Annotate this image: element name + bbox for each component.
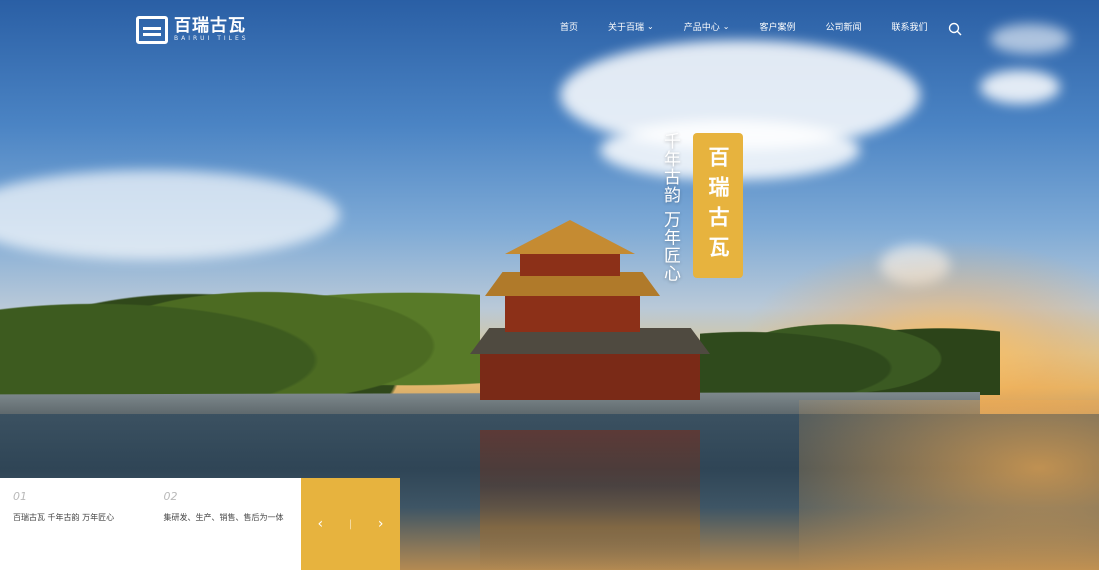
chevron-down-icon: ⌄	[647, 22, 654, 31]
nav-label: 关于百瑞	[608, 23, 645, 33]
info-text: 百瑞古瓦 千年古韵 万年匠心	[13, 513, 115, 522]
search-icon[interactable]	[948, 22, 962, 36]
cloud	[990, 24, 1070, 54]
nav-label: 首页	[560, 23, 579, 33]
tower-roof-top	[505, 220, 635, 254]
prev-slide-button[interactable]: ‹	[310, 516, 330, 532]
cloud	[0, 170, 340, 260]
info-number: 02	[163, 490, 178, 503]
nav-label: 客户案例	[759, 23, 796, 33]
pavilion-reflection	[480, 430, 700, 570]
nav-label: 公司新闻	[825, 23, 862, 33]
chevron-down-icon: ⌄	[722, 22, 730, 31]
nav-item-news[interactable]: 公司新闻	[825, 20, 861, 33]
info-item: 01 百瑞古瓦 千年古韵 万年匠心	[0, 478, 151, 570]
info-item: 02 集研发、生产、销售、售后为一体	[151, 478, 302, 570]
info-panel: 01 百瑞古瓦 千年古韵 万年匠心 02 集研发、生产、销售、售后为一体	[0, 478, 301, 570]
brand-badge-text: 百瑞古瓦	[706, 145, 730, 266]
tower-middle	[505, 292, 640, 332]
brand-badge: 百瑞古瓦	[693, 133, 743, 278]
nav-label: 产品中心	[683, 23, 720, 33]
trees-right	[700, 305, 1000, 395]
trees-left	[0, 262, 480, 402]
site-logo[interactable]: 百瑞古瓦 BAIRUI TILES	[136, 16, 249, 44]
info-number: 01	[13, 490, 27, 503]
main-nav: 首页 关于百瑞 ⌄ 产品中心 ⌄ 客户案例 公司新闻 联系我们	[560, 20, 958, 33]
nav-label: 联系我们	[891, 23, 928, 33]
hero-tagline: 千年古韵 万年匠心	[660, 132, 680, 283]
logo-chinese: 百瑞古瓦	[174, 16, 246, 36]
nav-item-home[interactable]: 首页	[560, 20, 578, 33]
water-glow	[799, 400, 1099, 570]
slider-separator: |	[348, 518, 353, 530]
next-slide-button[interactable]: ›	[371, 516, 391, 532]
info-text: 集研发、生产、销售、售后为一体	[163, 513, 284, 522]
nav-item-products[interactable]: 产品中心 ⌄	[684, 20, 730, 33]
logo-icon	[136, 16, 168, 44]
logo-english: BAIRUI TILES	[174, 35, 249, 42]
cloud	[980, 70, 1060, 104]
slider-controls: ‹ | ›	[301, 478, 400, 570]
nav-item-about[interactable]: 关于百瑞 ⌄	[608, 20, 654, 33]
nav-item-contact[interactable]: 联系我们	[891, 20, 927, 33]
nav-item-cases[interactable]: 客户案例	[759, 20, 795, 33]
logo-text: 百瑞古瓦 BAIRUI TILES	[174, 17, 249, 43]
